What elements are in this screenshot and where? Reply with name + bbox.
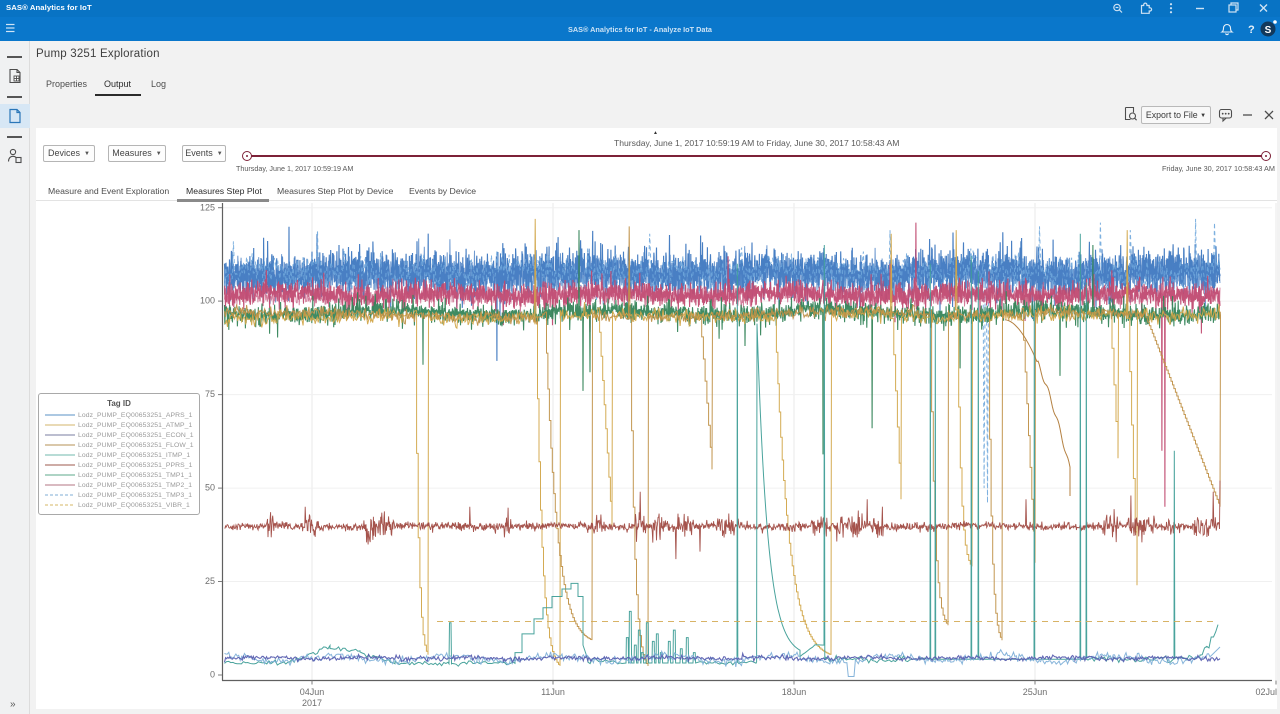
svg-text:75: 75 xyxy=(205,389,215,399)
svg-text:S: S xyxy=(1265,25,1272,36)
svg-text:02Jul: 02Jul xyxy=(1255,687,1277,697)
svg-text:25Jun: 25Jun xyxy=(1023,687,1048,697)
svg-text:100: 100 xyxy=(200,296,215,306)
svg-text:?: ? xyxy=(1248,24,1255,36)
svg-text:11Jun: 11Jun xyxy=(541,687,565,697)
svg-text:2017: 2017 xyxy=(302,698,322,708)
svg-text:125: 125 xyxy=(200,203,215,212)
svg-text:0: 0 xyxy=(210,670,215,680)
svg-text:25: 25 xyxy=(205,576,215,586)
svg-text:04Jun: 04Jun xyxy=(300,687,325,697)
svg-text:18Jun: 18Jun xyxy=(782,687,807,697)
svg-text:50: 50 xyxy=(205,483,215,493)
